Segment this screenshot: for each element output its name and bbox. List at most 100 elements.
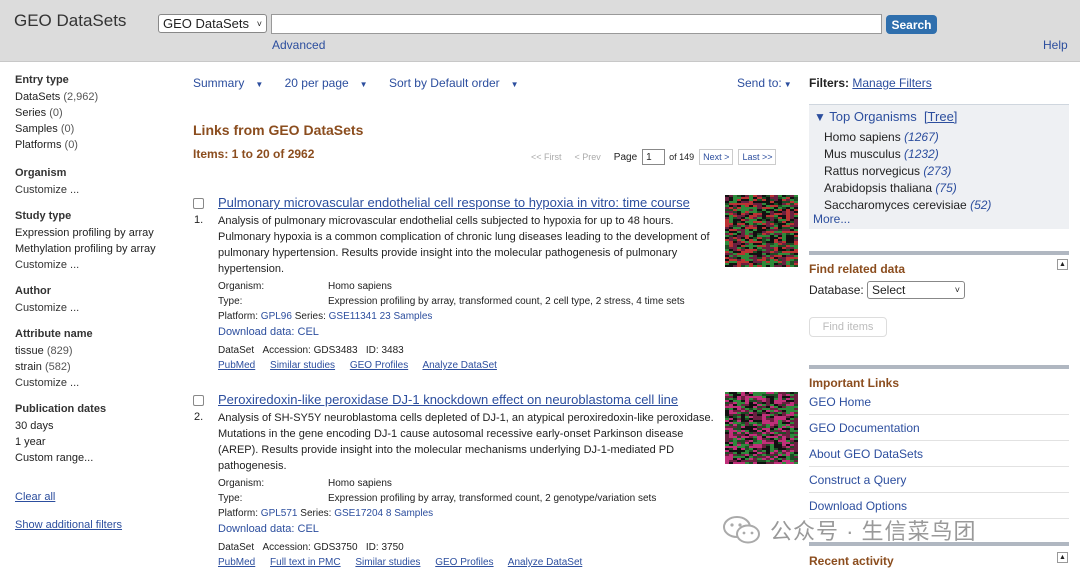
per-page-dropdown[interactable]: 20 per page ▼ bbox=[285, 76, 377, 90]
similar-studies-link[interactable]: Similar studies bbox=[355, 557, 420, 568]
filter-attribute: Attribute name tissue (829) strain (582)… bbox=[15, 328, 185, 391]
study-type-customize-link[interactable]: Customize ... bbox=[15, 257, 185, 273]
result-number: 1. bbox=[194, 214, 204, 226]
filter-heading: Author bbox=[15, 285, 52, 297]
filter-heading: Entry type bbox=[15, 74, 69, 86]
result-links: PubMed Similar studies GEO Profiles Anal… bbox=[218, 358, 738, 373]
filter-item-methylation[interactable]: Methylation profiling by array bbox=[15, 241, 185, 257]
construct-query-link[interactable]: Construct a Query bbox=[809, 467, 1069, 493]
page-title: Links from GEO DataSets bbox=[193, 122, 364, 138]
filters-label: Filters: Manage Filters bbox=[809, 76, 932, 90]
collapse-icon[interactable]: ▲ bbox=[1057, 552, 1068, 563]
show-additional-filters-link[interactable]: Show additional filters bbox=[15, 519, 122, 531]
result-checkbox[interactable] bbox=[193, 198, 204, 209]
pagination: << First < Prev Page 1 of 149 Next > Las… bbox=[531, 149, 777, 165]
clear-all-link[interactable]: Clear all bbox=[15, 491, 55, 503]
top-organisms-panel: ▼ Top Organisms [Tree] Homo sapiens (126… bbox=[809, 104, 1069, 229]
attribute-customize-link[interactable]: Customize ... bbox=[15, 375, 185, 391]
filter-item-datasets[interactable]: DataSets (2,962) bbox=[15, 89, 185, 105]
database-select[interactable]: GEO DataSets ˅ bbox=[158, 14, 267, 33]
organism-item[interactable]: Mus musculus (1232) bbox=[824, 146, 991, 163]
next-page-button[interactable]: Next > bbox=[699, 149, 734, 165]
caret-down-icon: ▼ bbox=[510, 80, 519, 89]
result-platform: Platform: GPL571 Series: GSE17204 8 Samp… bbox=[218, 508, 434, 519]
author-customize-link[interactable]: Customize ... bbox=[15, 300, 185, 316]
first-page-link[interactable]: << First bbox=[531, 152, 562, 162]
app-title[interactable]: GEO DataSets bbox=[14, 11, 126, 31]
filter-author: Author Customize ... bbox=[15, 285, 185, 316]
series-link[interactable]: GSE11341 bbox=[329, 311, 377, 322]
result-description: Analysis of pulmonary microvascular endo… bbox=[218, 215, 710, 275]
manage-filters-link[interactable]: Manage Filters bbox=[852, 76, 931, 90]
pubmed-link[interactable]: PubMed bbox=[218, 557, 255, 568]
page-number-input[interactable]: 1 bbox=[642, 149, 666, 165]
help-link[interactable]: Help bbox=[1043, 38, 1068, 52]
filter-item-expression[interactable]: Expression profiling by array bbox=[15, 225, 185, 241]
download-data-link[interactable]: Download data: CEL bbox=[218, 325, 738, 340]
geo-home-link[interactable]: GEO Home bbox=[809, 389, 1069, 415]
heatmap-cell bbox=[793, 462, 798, 464]
filter-heading: Study type bbox=[15, 210, 72, 222]
tree-link[interactable]: [Tree] bbox=[924, 109, 957, 124]
filter-item-30-days[interactable]: 30 days bbox=[15, 418, 185, 434]
platform-link[interactable]: GPL96 bbox=[261, 311, 292, 322]
geo-profiles-link[interactable]: GEO Profiles bbox=[435, 557, 493, 568]
header-bar: GEO DataSets GEO DataSets ˅ Search Advan… bbox=[0, 0, 1080, 62]
find-items-button[interactable]: Find items bbox=[809, 317, 887, 337]
geo-documentation-link[interactable]: GEO Documentation bbox=[809, 415, 1069, 441]
result-title-link[interactable]: Peroxiredoxin-like peroxidase DJ-1 knock… bbox=[218, 392, 678, 408]
analyze-dataset-link[interactable]: Analyze DataSet bbox=[508, 557, 583, 568]
result-type: Type: Expression profiling by array, tran… bbox=[218, 493, 657, 504]
advanced-search-link[interactable]: Advanced bbox=[272, 38, 325, 52]
samples-link[interactable]: 8 Samples bbox=[386, 508, 433, 519]
result-item: 2. Peroxiredoxin-like peroxidase DJ-1 kn… bbox=[193, 392, 803, 572]
collapse-icon[interactable]: ▲ bbox=[1057, 259, 1068, 270]
organism-item[interactable]: Rattus norvegicus (273) bbox=[824, 163, 991, 180]
sort-dropdown[interactable]: Sort by Default order ▼ bbox=[389, 76, 528, 90]
filter-heading: Organism bbox=[15, 167, 67, 179]
summary-dropdown[interactable]: Summary ▼ bbox=[193, 76, 272, 90]
top-organisms-heading[interactable]: ▼ Top Organisms [Tree] bbox=[814, 109, 957, 124]
heatmap-thumbnail[interactable] bbox=[725, 195, 798, 267]
more-organisms-link[interactable]: More... bbox=[813, 212, 850, 226]
prev-page-link[interactable]: < Prev bbox=[575, 152, 601, 162]
send-to-dropdown[interactable]: Send to: ▼ bbox=[737, 76, 792, 90]
result-title-link[interactable]: Pulmonary microvascular endothelial cell… bbox=[218, 195, 690, 211]
filter-item-custom-range[interactable]: Custom range... bbox=[15, 450, 185, 466]
database-label: Database: bbox=[809, 283, 864, 297]
result-dataset-info: DataSet Accession: GDS3483 ID: 3483 bbox=[218, 345, 404, 356]
samples-link[interactable]: 23 Samples bbox=[380, 311, 433, 322]
filter-item-1-year[interactable]: 1 year bbox=[15, 434, 185, 450]
analyze-dataset-link[interactable]: Analyze DataSet bbox=[422, 360, 497, 371]
filter-item-tissue[interactable]: tissue (829) bbox=[15, 343, 185, 359]
recent-activity-heading: Recent activity bbox=[809, 554, 894, 568]
pubmed-link[interactable]: PubMed bbox=[218, 360, 255, 371]
result-checkbox[interactable] bbox=[193, 395, 204, 406]
heatmap-thumbnail[interactable] bbox=[725, 392, 798, 464]
geo-profiles-link[interactable]: GEO Profiles bbox=[350, 360, 408, 371]
full-text-pmc-link[interactable]: Full text in PMC bbox=[270, 557, 341, 568]
find-related-heading: Find related data bbox=[809, 262, 906, 276]
filter-item-strain[interactable]: strain (582) bbox=[15, 359, 185, 375]
organism-customize-link[interactable]: Customize ... bbox=[15, 182, 185, 198]
series-link[interactable]: GSE17204 bbox=[334, 508, 383, 519]
important-links-heading: Important Links bbox=[809, 376, 900, 390]
caret-down-icon: ▼ bbox=[359, 80, 368, 89]
search-button[interactable]: Search bbox=[886, 15, 937, 34]
about-geo-datasets-link[interactable]: About GEO DataSets bbox=[809, 441, 1069, 467]
filter-item-series[interactable]: Series (0) bbox=[15, 105, 185, 121]
last-page-button[interactable]: Last >> bbox=[738, 149, 777, 165]
download-data-link[interactable]: Download data: CEL bbox=[218, 522, 738, 537]
watermark: 公众号 · 生信菜鸟团 bbox=[722, 514, 977, 546]
caret-down-icon: ▼ bbox=[783, 80, 792, 89]
organism-item[interactable]: Homo sapiens (1267) bbox=[824, 129, 991, 146]
platform-link[interactable]: GPL571 bbox=[261, 508, 298, 519]
section-divider bbox=[809, 365, 1069, 369]
organism-item[interactable]: Arabidopsis thaliana (75) bbox=[824, 180, 991, 197]
search-input[interactable] bbox=[271, 14, 882, 34]
heatmap-cell bbox=[793, 265, 798, 267]
filter-item-samples[interactable]: Samples (0) bbox=[15, 121, 185, 137]
similar-studies-link[interactable]: Similar studies bbox=[270, 360, 335, 371]
filter-item-platforms[interactable]: Platforms (0) bbox=[15, 137, 185, 153]
related-database-select[interactable]: Select ˅ bbox=[867, 281, 965, 299]
